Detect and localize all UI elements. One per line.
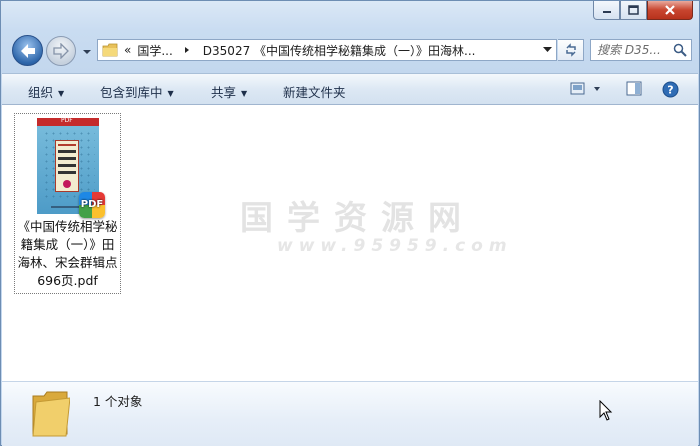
caption-buttons [593,1,693,20]
include-in-library-menu[interactable]: 包含到库中 ▼ [100,82,174,101]
chevron-down-icon[interactable] [543,47,552,53]
refresh-button[interactable] [558,39,584,61]
file-list-area[interactable]: 国学资源网 www.95959.com PDF PDF 《中国传统相学秘籍集成（… [2,105,698,381]
triangle-right-icon[interactable] [183,46,191,54]
explorer-window: « 国学... D35027 《中国传统相学秘籍集成（一）》田海林... 组织 ▼… [0,0,700,446]
share-menu[interactable]: 共享 ▼ [211,82,247,101]
close-button[interactable] [647,1,693,20]
chevron-down-icon [83,50,91,54]
svg-text:?: ? [667,84,673,97]
new-folder-label: 新建文件夹 [283,85,346,100]
file-item[interactable]: PDF PDF 《中国传统相学秘籍集成（一）》田海林、宋会群辑点696页.pdf [14,113,121,294]
view-options-icon [570,82,600,95]
minimize-icon [602,11,611,13]
pdf-file-icon: PDF [79,192,105,218]
refresh-icon [565,43,576,57]
organize-menu[interactable]: 组织 ▼ [28,82,64,101]
chevron-down-icon: ▼ [58,89,65,98]
command-bar: 组织 ▼ 包含到库中 ▼ 共享 ▼ 新建文件夹 ? [2,73,698,105]
chevron-down-icon: ▼ [167,89,174,98]
organize-label: 组织 [28,85,54,100]
mouse-cursor-icon [599,400,613,421]
back-arrow-icon [20,43,35,58]
watermark-url: www.95959.com [277,236,513,256]
help-icon: ? [662,81,679,98]
seal-icon [63,180,71,188]
minimize-button[interactable] [593,1,620,20]
watermark-title: 国学资源网 [240,198,475,237]
preview-pane-icon [626,81,642,96]
include-in-library-label: 包含到库中 [100,85,163,100]
maximize-icon [628,5,639,15]
chevron-down-icon: ▼ [241,89,248,98]
maximize-button[interactable] [620,1,647,20]
change-view-button[interactable] [570,81,606,100]
item-count: 1 个对象 [93,394,143,409]
search-input[interactable] [597,43,671,57]
folder-icon [102,43,118,57]
folder-large-icon [32,391,70,437]
breadcrumb-item[interactable]: 国学... [137,42,172,59]
close-icon [665,4,675,15]
cover-top-label: PDF [61,117,73,124]
address-bar[interactable]: « 国学... D35027 《中国传统相学秘籍集成（一）》田海林... [97,39,557,61]
search-box[interactable] [590,39,692,61]
search-icon[interactable] [673,43,687,57]
file-name[interactable]: 《中国传统相学秘籍集成（一）》田海林、宋会群辑点696页.pdf [15,218,120,290]
new-folder-button[interactable]: 新建文件夹 [283,82,346,101]
forward-arrow-icon [53,43,69,59]
cover-top-band: PDF [37,117,99,126]
recent-pages-dropdown[interactable] [81,46,93,56]
details-pane: 1 个对象 [2,381,698,446]
help-button[interactable]: ? [662,81,679,101]
forward-button[interactable] [46,36,76,66]
breadcrumb-overflow[interactable]: « [124,43,131,57]
pdf-badge-label: PDF [80,199,104,210]
preview-pane-button[interactable] [626,81,642,100]
share-label: 共享 [211,85,237,100]
cover-title-block [55,140,79,192]
back-button[interactable] [12,35,43,66]
breadcrumb-item[interactable]: D35027 《中国传统相学秘籍集成（一）》田海林... [203,42,476,59]
